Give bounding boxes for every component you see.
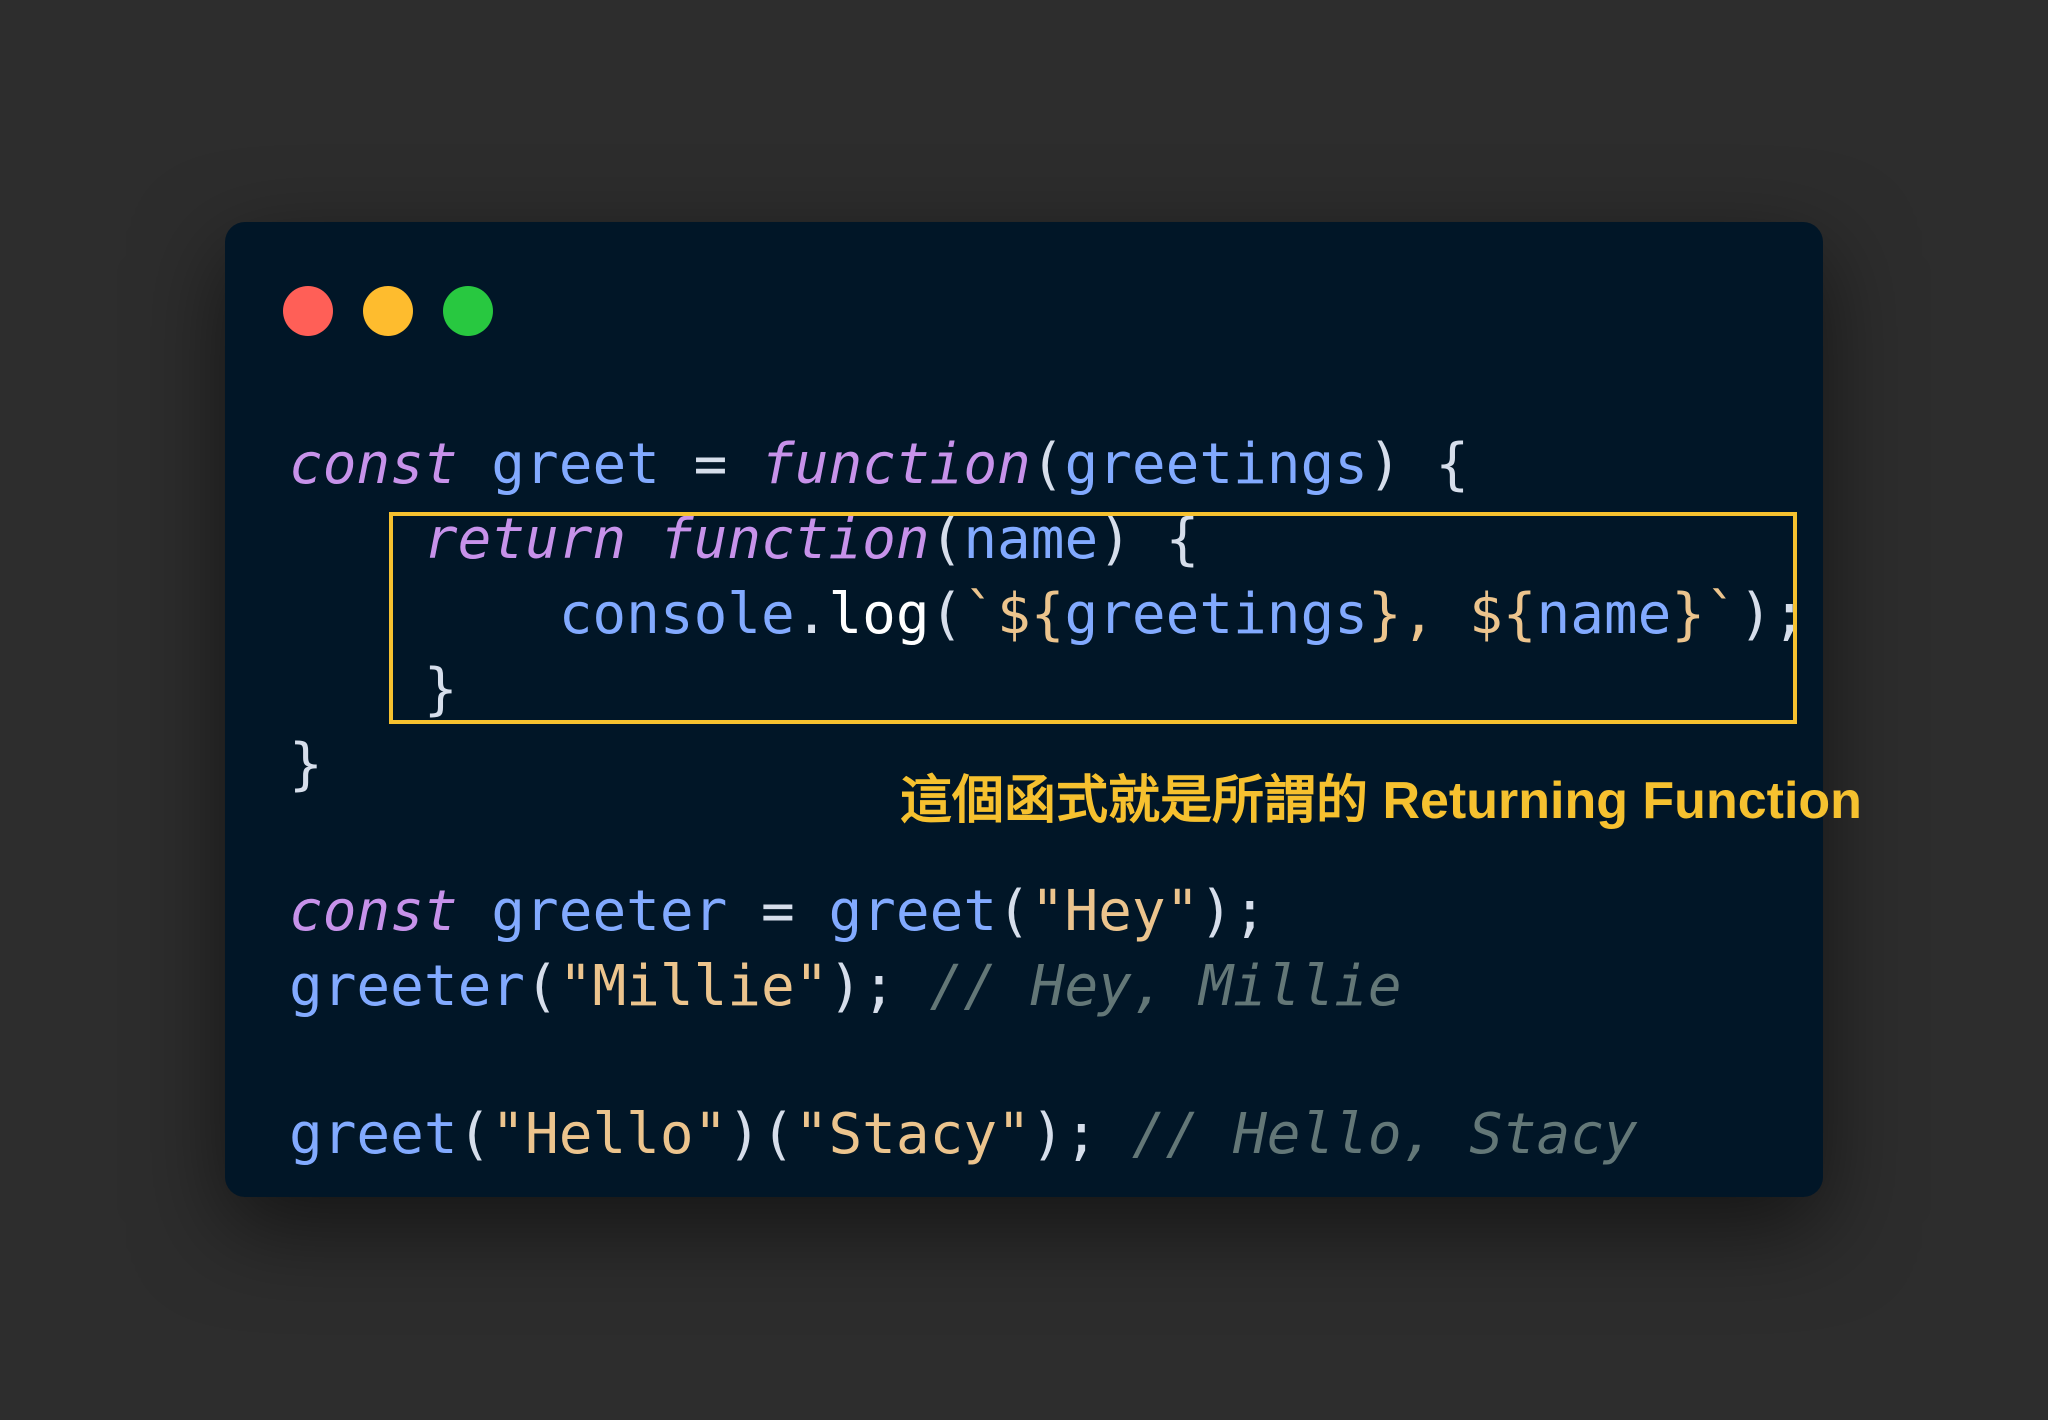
code-line-6: const greeter = greet("Hey");: [289, 876, 1267, 948]
highlight-box: [389, 512, 1797, 724]
parameter: greetings: [1064, 432, 1368, 497]
code-line-1: const greet = function(greetings) {: [289, 429, 1469, 501]
function-call: greeter: [289, 954, 526, 1019]
punctuation: (: [525, 954, 559, 1019]
string-literal: "Stacy": [794, 1102, 1031, 1167]
zoom-button[interactable]: [443, 286, 493, 336]
punctuation: )(: [727, 1102, 795, 1167]
punctuation: ) {: [1367, 432, 1470, 497]
punctuation: (: [1030, 432, 1065, 497]
code-line-7: greeter("Millie"); // Hey, Millie: [289, 951, 1402, 1023]
keyword: const: [289, 879, 458, 944]
brace: }: [289, 732, 323, 797]
identifier: greet: [457, 432, 694, 497]
function-call: greet: [289, 1102, 458, 1167]
punctuation: );: [828, 954, 930, 1019]
punctuation: );: [1199, 879, 1267, 944]
annotation-label: 這個函式就是所謂的 Returning Function: [900, 772, 1862, 830]
punctuation: (: [997, 879, 1031, 944]
string-literal: "Hey": [1030, 879, 1200, 944]
operator: =: [693, 432, 762, 497]
keyword: function: [761, 432, 1031, 497]
function-call: greet: [828, 879, 998, 944]
code-line-8: greet("Hello")("Stacy"); // Hello, Stacy: [289, 1099, 1638, 1171]
string-literal: "Millie": [558, 954, 829, 1019]
operator: =: [761, 879, 829, 944]
identifier: greeter: [457, 879, 762, 944]
code-window: const greet = function(greetings) { retu…: [225, 222, 1823, 1197]
punctuation: (: [457, 1102, 492, 1167]
comment: // Hello, Stacy: [1131, 1102, 1638, 1167]
code-line-5: }: [289, 729, 323, 801]
comment: // Hey, Millie: [929, 954, 1402, 1019]
keyword: const: [289, 432, 458, 497]
string-literal: "Hello": [491, 1102, 728, 1167]
punctuation: );: [1030, 1102, 1132, 1167]
